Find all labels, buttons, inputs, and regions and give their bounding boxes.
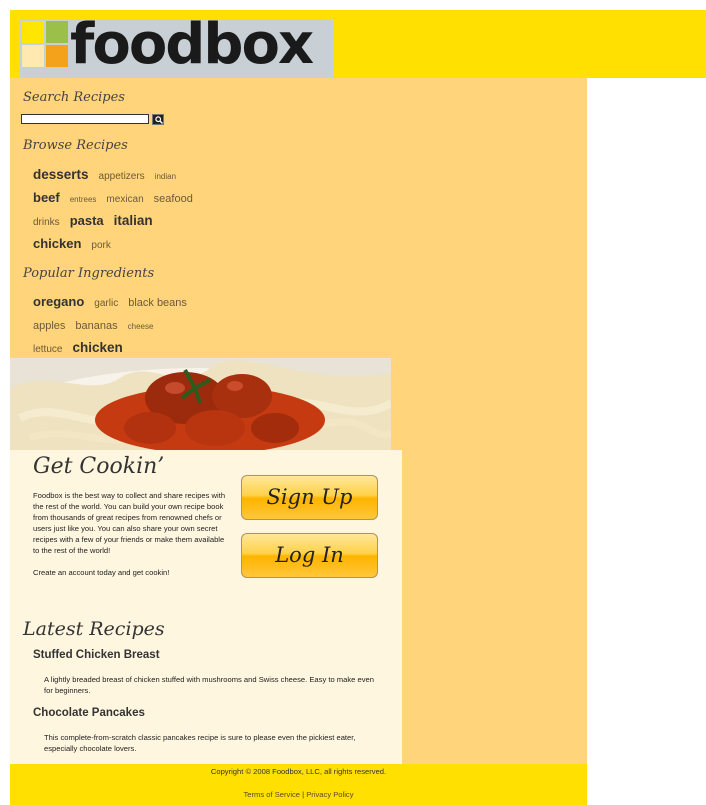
recipe-title-link[interactable]: Stuffed Chicken Breast [33,649,160,661]
tag-row: chicken pork [33,235,121,253]
logo-square-orange [46,45,68,67]
terms-of-service-link[interactable]: Terms of Service [243,790,300,799]
hero-food-image [10,358,391,450]
main-content: Get Cookin’ Foodbox is the best way to c… [10,450,402,764]
tag-link[interactable]: chicken [72,340,122,355]
sign-up-button[interactable]: Sign Up [241,475,378,520]
log-in-button[interactable]: Log In [241,533,378,578]
intro-text: Foodbox is the best way to collect and s… [33,490,229,578]
logo-square-cream [22,45,44,67]
intro-paragraph: Foodbox is the best way to collect and s… [33,491,226,555]
latest-recipes-title: Latest Recipes [23,618,165,640]
recipe-description: This complete-from-scratch classic panca… [44,733,356,753]
tag-link[interactable]: entrees [70,195,97,204]
magnifier-icon [155,116,163,124]
tag-link[interactable]: lettuce [33,344,62,355]
tag-link[interactable]: oregano [33,294,84,309]
tag-link[interactable]: garlic [94,298,118,309]
recipe-title-link[interactable]: Chocolate Pancakes [33,707,145,719]
browse-title: Browse Recipes [23,138,128,153]
tag-row: beef entrees mexican seafood [33,189,203,207]
tag-link[interactable]: seafood [154,193,193,205]
footer: Copyright © 2008 Foodbox, LLC, all right… [10,764,587,805]
logo-wordmark: foodbox [70,19,314,77]
tag-link[interactable]: black beans [128,297,187,309]
tag-row: apples bananas cheese [33,316,163,334]
tag-row: desserts appetizers indian [33,166,186,184]
intro-title: Get Cookin’ [33,454,165,479]
tag-row: oregano garlic black beans [33,293,197,311]
logo-square-green [46,21,68,43]
copyright-text: Copyright © 2008 Foodbox, LLC, all right… [210,767,387,776]
tag-row: lettuce chicken [33,339,133,357]
tag-link[interactable]: indian [155,172,176,181]
tag-link[interactable]: italian [114,213,153,228]
tag-link[interactable]: pasta [70,213,104,228]
search-title: Search Recipes [23,90,125,105]
foodbox-logo[interactable]: foodbox [20,19,333,78]
tag-link[interactable]: apples [33,320,65,332]
search-input[interactable] [21,114,149,124]
tag-link[interactable]: bananas [75,320,117,332]
ingredients-title: Popular Ingredients [23,266,155,281]
tag-link[interactable]: pork [91,240,110,251]
tag-link[interactable]: beef [33,190,60,205]
tag-link[interactable]: appetizers [99,171,145,182]
footer-links: Terms of Service | Privacy Policy [10,790,587,799]
tag-link[interactable]: mexican [106,194,143,205]
tag-link[interactable]: drinks [33,217,60,228]
search-button[interactable] [152,114,164,125]
privacy-policy-link[interactable]: Privacy Policy [306,790,353,799]
tag-link[interactable]: cheese [128,322,154,331]
recipe-description: A lightly breaded breast of chicken stuf… [44,675,374,695]
logo-square-yellow [22,21,44,43]
tag-row: drinks pasta italian [33,212,163,230]
tag-link[interactable]: chicken [33,236,81,251]
intro-call-to-action: Create an account today and get cookin! [33,568,170,577]
tag-link[interactable]: desserts [33,167,89,182]
